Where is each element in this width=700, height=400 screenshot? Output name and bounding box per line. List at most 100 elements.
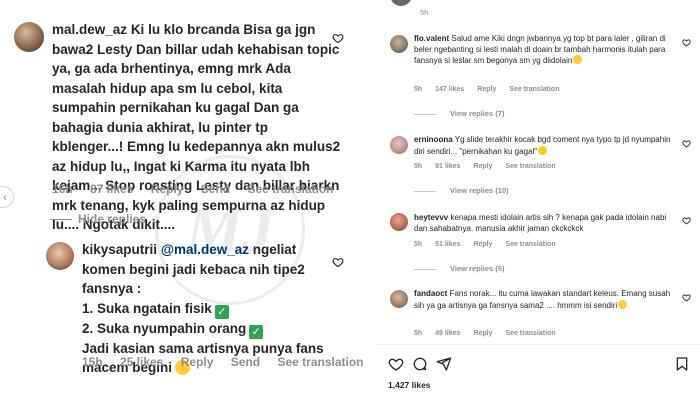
comment-likes[interactable]: 51 likes bbox=[435, 241, 460, 248]
comment-line: komen begini jadi kebaca nih tipe2 bbox=[82, 261, 305, 277]
comment-time: 16h bbox=[52, 182, 73, 196]
like-heart-icon[interactable] bbox=[682, 216, 691, 225]
chevron-left-icon: ‹ bbox=[3, 190, 7, 204]
check-emoji-icon: ✓ bbox=[249, 324, 264, 339]
view-replies-button[interactable]: View replies (7) bbox=[414, 109, 504, 118]
comment-time: 5h bbox=[414, 241, 423, 248]
comment-text: Salud ame Kiki dngn jwbannya yg top bt p… bbox=[414, 34, 666, 65]
comment-time: 5h bbox=[414, 86, 423, 93]
mention-link[interactable]: @mal.dew_az bbox=[161, 242, 249, 257]
comment-meta: 5h 147 likes Reply See translation bbox=[414, 86, 570, 93]
comment-likes[interactable]: 91 likes bbox=[435, 163, 460, 170]
laughing-emoji-icon bbox=[573, 55, 583, 64]
avatar[interactable] bbox=[46, 242, 74, 270]
comment-body: heytevvv kenapa mesti idolain artis sih … bbox=[414, 213, 676, 234]
reply-button[interactable]: Reply bbox=[473, 330, 492, 337]
comment-line: masalah hidup apa sm lu cebol, kita bbox=[52, 80, 283, 96]
reply-button[interactable]: Reply bbox=[181, 355, 214, 369]
previous-arrow-button[interactable]: ‹ bbox=[0, 186, 14, 208]
avatar[interactable] bbox=[390, 136, 408, 154]
divider bbox=[414, 268, 436, 270]
send-button[interactable]: Send bbox=[231, 355, 260, 369]
comment-line: Ki lu klo brcanda Bisa ga jgn bbox=[130, 22, 316, 37]
embarrassed-emoji-icon bbox=[538, 145, 548, 155]
smiling-emoji-icon bbox=[618, 299, 628, 309]
comment-line: az hidup lu,, Ingat ki Karma itu nyata l… bbox=[52, 158, 311, 174]
comment-username[interactable]: heytevvv bbox=[414, 213, 448, 222]
comment-likes[interactable]: 49 likes bbox=[435, 330, 460, 337]
hide-replies-button[interactable]: Hide replies bbox=[50, 212, 146, 226]
comment-body: mal.dew_az Ki lu klo brcanda Bisa ga jgn… bbox=[52, 20, 340, 235]
see-translation-link[interactable]: See translation bbox=[505, 241, 555, 248]
comment-likes[interactable]: 147 likes bbox=[435, 86, 464, 93]
comment-time: 5h bbox=[414, 330, 423, 337]
view-replies-button[interactable]: View replies (10) bbox=[414, 186, 509, 195]
see-translation-link[interactable]: See translation bbox=[505, 330, 555, 337]
reply-button[interactable]: Reply bbox=[477, 86, 496, 93]
comment-icon[interactable] bbox=[412, 356, 428, 372]
comment-meta: 5h 91 likes Reply See translation bbox=[414, 163, 567, 170]
comment-thread-right: 5h flo.valent Salud ame Kiki dngn jwbann… bbox=[376, 0, 700, 400]
comment-username[interactable]: kikysaputrii bbox=[82, 242, 157, 257]
like-heart-icon[interactable] bbox=[332, 256, 344, 268]
divider bbox=[414, 190, 436, 192]
check-emoji-icon: ✓ bbox=[214, 304, 229, 319]
comment-username[interactable]: fandaoct bbox=[414, 289, 447, 298]
comment-body: fandaoct Fans norak... itu cuma lawakan … bbox=[414, 289, 676, 311]
comment-meta: 5h 51 likes Reply See translation bbox=[414, 241, 567, 248]
avatar[interactable] bbox=[390, 0, 412, 6]
reply-button[interactable]: Reply bbox=[473, 241, 492, 248]
comment-meta: 15h 25 likes Reply Send See translation bbox=[82, 355, 372, 369]
comment-line: bahagia dunia akhirat, lu pinter tp bbox=[52, 119, 269, 135]
view-replies-button[interactable]: View replies (5) bbox=[414, 264, 504, 273]
divider bbox=[376, 344, 700, 345]
see-translation-link[interactable]: See translation bbox=[505, 163, 555, 170]
share-icon[interactable] bbox=[436, 356, 452, 372]
comment-likes[interactable]: 25 likes bbox=[120, 355, 163, 369]
divider bbox=[414, 113, 436, 115]
comment-time: 5h bbox=[414, 163, 423, 170]
like-heart-icon[interactable] bbox=[682, 139, 691, 148]
view-replies-label: View replies (7) bbox=[450, 109, 505, 118]
view-replies-label: View replies (5) bbox=[450, 264, 505, 273]
comment-username[interactable]: flo.valent bbox=[414, 34, 449, 43]
comment-body: erninoona Yg slide terakhir kocak bgd co… bbox=[414, 135, 676, 157]
avatar[interactable] bbox=[390, 213, 408, 231]
comment-text: kenapa mesti idolain artis sih ? kenapa … bbox=[414, 213, 667, 233]
comment-line: sumpahin pernikahan ku gagal Dan ga bbox=[52, 100, 299, 115]
comment-time: 15h bbox=[82, 355, 103, 369]
avatar[interactable] bbox=[390, 290, 408, 308]
comment-thread-left: MJ ‹ mal.dew_az Ki lu klo brcanda Bisa g… bbox=[0, 0, 372, 400]
comment-line: ngeliat bbox=[252, 242, 297, 257]
comment-line: 1. Suka ngatain fisik bbox=[82, 300, 212, 316]
like-heart-icon[interactable] bbox=[682, 293, 691, 302]
comment-meta: 16h 87 likes Reply Send See translation bbox=[52, 182, 348, 196]
like-heart-icon[interactable] bbox=[682, 38, 691, 47]
comment-line: 2. Suka nyumpahin orang bbox=[82, 320, 247, 336]
see-translation-link[interactable]: See translation bbox=[277, 355, 363, 369]
divider bbox=[50, 219, 72, 221]
hide-replies-label: Hide replies bbox=[78, 212, 147, 226]
heart-icon[interactable] bbox=[388, 356, 404, 372]
reply-button[interactable]: Reply bbox=[473, 163, 492, 170]
comment-likes[interactable]: 87 likes bbox=[90, 182, 133, 196]
like-heart-icon[interactable] bbox=[332, 32, 344, 44]
see-translation-link[interactable]: See translation bbox=[509, 86, 559, 93]
view-replies-label: View replies (10) bbox=[450, 186, 509, 195]
avatar[interactable] bbox=[14, 22, 44, 52]
comment-meta: 5h 49 likes Reply See translation bbox=[414, 330, 567, 337]
comment-line: bawa2 Lesty Dan billar udah kehabisan to… bbox=[52, 41, 340, 57]
post-likes-count[interactable]: 1,427 likes bbox=[388, 380, 431, 390]
reply-button[interactable]: Reply bbox=[151, 182, 184, 196]
comment-username[interactable]: mal.dew_az bbox=[52, 22, 127, 37]
send-button[interactable]: Send bbox=[201, 182, 230, 196]
comment-time: 5h bbox=[420, 8, 429, 17]
comment-line: fansnya : bbox=[82, 281, 142, 296]
bookmark-icon[interactable] bbox=[674, 356, 690, 372]
avatar[interactable] bbox=[390, 35, 408, 53]
comment-line: ya, ga ada brhentinya, emng mrk Ada bbox=[52, 61, 291, 76]
see-translation-link[interactable]: See translation bbox=[247, 182, 333, 196]
comment-body: flo.valent Salud ame Kiki dngn jwbannya … bbox=[414, 34, 676, 67]
comment-username[interactable]: erninoona bbox=[414, 135, 453, 144]
comment-text: Fans norak... itu cuma lawakan standart … bbox=[414, 289, 671, 310]
